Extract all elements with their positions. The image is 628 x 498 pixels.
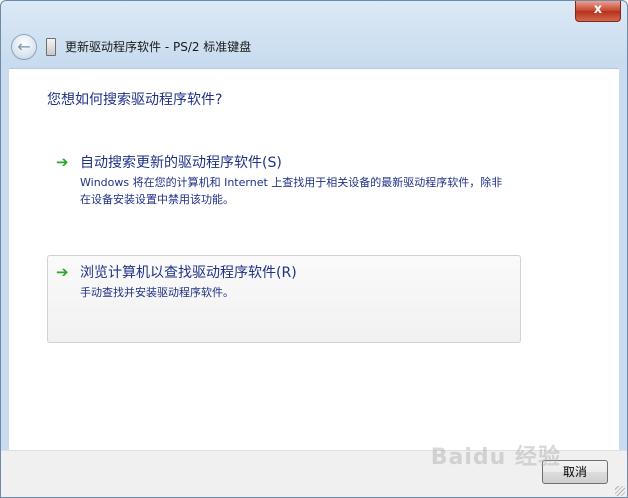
window-title: 更新驱动程序软件 - PS/2 标准键盘 (65, 40, 252, 54)
option-description: 手动查找并安装驱动程序软件。 (80, 286, 234, 299)
content-panel: 您想如何搜索驱动程序软件? ➔ 自动搜索更新的驱动程序软件(S) Windows… (9, 68, 619, 450)
option-auto-search[interactable]: ➔ 自动搜索更新的驱动程序软件(S) Windows 将在您的计算机和 Inte… (47, 145, 521, 223)
page-heading: 您想如何搜索驱动程序软件? (47, 92, 223, 108)
option-title: 浏览计算机以查找驱动程序软件(R) (80, 265, 297, 281)
watermark-logo: Baidu 经验 (430, 445, 561, 470)
title-bar: x ← 更新驱动程序软件 - PS/2 标准键盘 (1, 1, 627, 65)
close-button[interactable]: x (575, 1, 621, 22)
option-title: 自动搜索更新的驱动程序软件(S) (80, 155, 282, 171)
option-browse-computer[interactable]: ➔ 浏览计算机以查找驱动程序软件(R) 手动查找并安装驱动程序软件。 (47, 255, 521, 343)
back-arrow-icon[interactable]: ← (11, 34, 37, 60)
green-arrow-icon: ➔ (56, 153, 69, 171)
green-arrow-icon: ➔ (56, 263, 69, 281)
device-icon (46, 38, 56, 56)
option-description: Windows 将在您的计算机和 Internet 上查找用于相关设备的最新驱动… (80, 176, 503, 206)
dialog-window: x ← 更新驱动程序软件 - PS/2 标准键盘 您想如何搜索驱动程序软件? ➔… (0, 0, 628, 498)
resize-grip[interactable] (615, 486, 625, 496)
